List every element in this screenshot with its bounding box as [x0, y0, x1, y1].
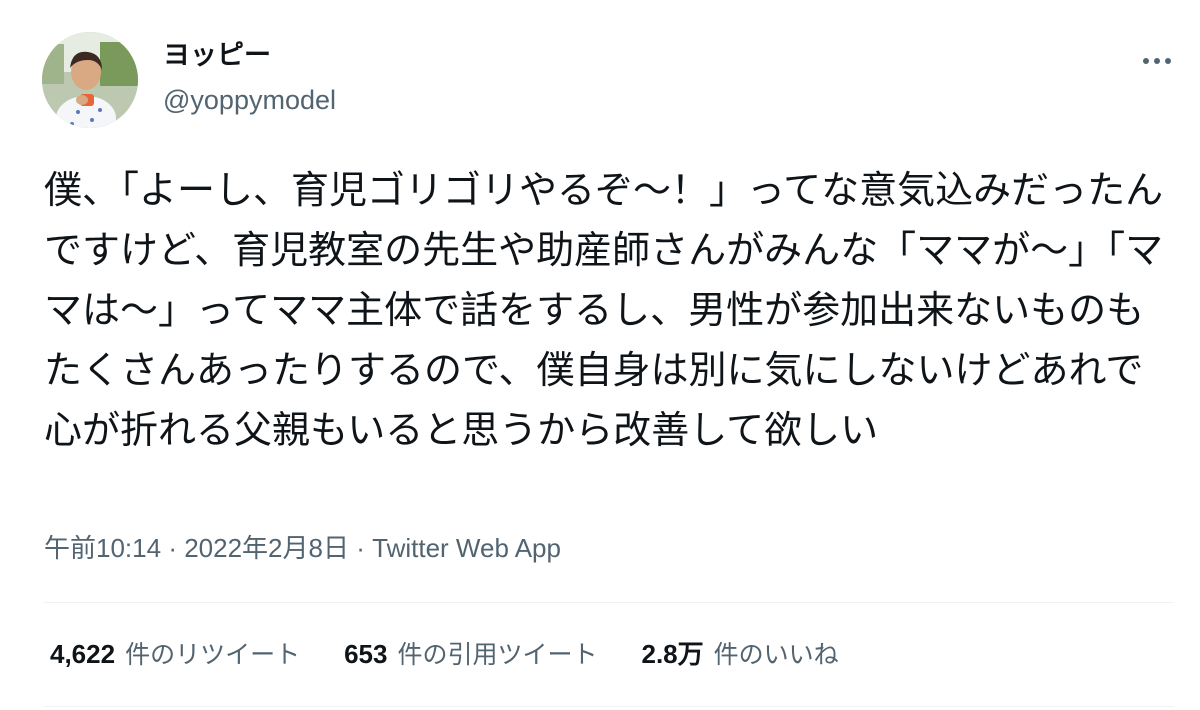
user-handle[interactable]: @yoppymodel — [163, 82, 336, 118]
likes-count: 2.8万 — [641, 639, 704, 669]
tweet-card: ヨッピー @yoppymodel 僕、「よーし、育児ゴリゴリやるぞ〜！」ってな意… — [0, 0, 1200, 710]
quotes-label: 件の引用ツイート — [397, 640, 598, 669]
retweets-label: 件のリツイート — [125, 640, 301, 669]
engagement-stats: 4,622 件のリツイート 653 件の引用ツイート 2.8万 件のいいね — [50, 636, 883, 673]
likes-stat[interactable]: 2.8万 件のいいね — [642, 636, 839, 673]
tweet-time-link[interactable]: 午前10:14 — [44, 533, 161, 563]
likes-label: 件のいいね — [713, 640, 839, 669]
display-name[interactable]: ヨッピー — [163, 38, 271, 74]
retweets-count: 4,622 — [50, 639, 116, 669]
tweet-source-link[interactable]: Twitter Web App — [372, 533, 561, 563]
meta-separator: · — [356, 533, 365, 563]
profile-photo-icon — [42, 32, 138, 128]
more-dot-icon — [1165, 58, 1171, 64]
more-options-button[interactable] — [1134, 44, 1180, 78]
tweet-text: 僕、「よーし、育児ゴリゴリやるぞ〜！」ってな意気込みだったんですけど、育児教室の… — [44, 168, 1164, 452]
more-dot-icon — [1143, 58, 1149, 64]
retweets-stat[interactable]: 4,622 件のリツイート — [50, 636, 300, 673]
tweet-meta: 午前10:14 · 2022年2月8日 · Twitter Web App — [44, 530, 561, 566]
quotes-stat[interactable]: 653 件の引用ツイート — [344, 636, 597, 673]
more-dot-icon — [1154, 58, 1160, 64]
divider — [44, 706, 1174, 707]
avatar[interactable] — [42, 32, 138, 128]
divider — [44, 602, 1174, 603]
quotes-count: 653 — [344, 639, 388, 669]
tweet-date-link[interactable]: 2022年2月8日 — [184, 533, 349, 563]
meta-separator: · — [168, 533, 177, 563]
